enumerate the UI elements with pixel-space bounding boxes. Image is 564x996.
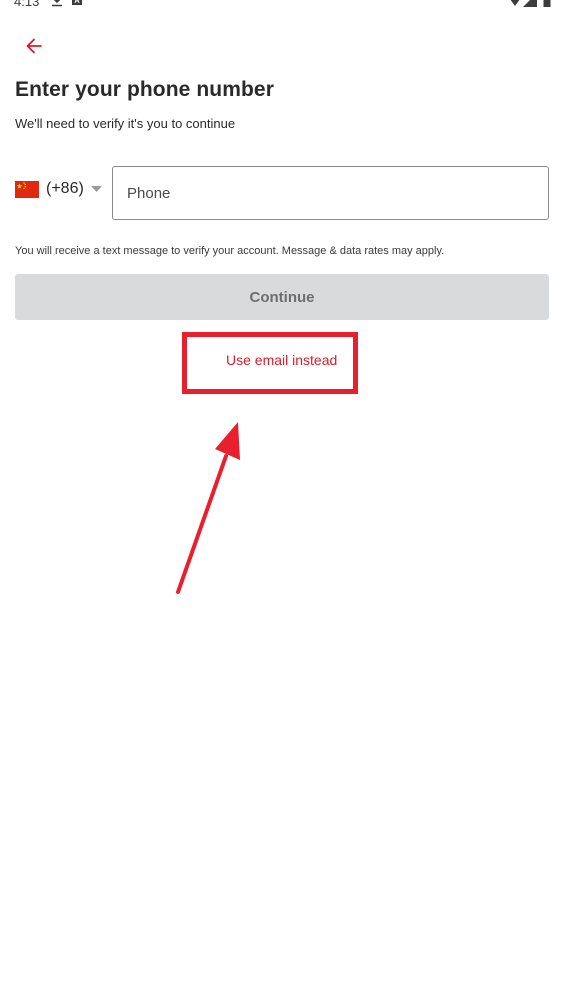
annotation-arrow bbox=[176, 422, 240, 594]
signal-icon bbox=[523, 0, 537, 7]
status-bar: 4:13 bbox=[0, 0, 564, 12]
page-title: Enter your phone number bbox=[15, 78, 274, 101]
phone-input[interactable] bbox=[112, 166, 549, 220]
page-subtitle: We'll need to verify it's you to continu… bbox=[15, 116, 236, 131]
sms-disclaimer: You will receive a text message to verif… bbox=[15, 245, 445, 257]
battery-icon bbox=[543, 0, 551, 7]
download-icon bbox=[52, 0, 62, 7]
country-code-label: (+86) bbox=[46, 180, 84, 197]
phone-entry-screen: 4:13 Enter your phone number We'll need … bbox=[0, 0, 564, 996]
a-icon bbox=[72, 0, 82, 5]
arrow-left-icon bbox=[26, 38, 42, 54]
country-code-selector[interactable]: (+86) bbox=[15, 174, 107, 204]
china-flag-icon bbox=[15, 180, 39, 198]
status-time: 4:13 bbox=[14, 0, 40, 9]
chevron-down-icon bbox=[90, 186, 102, 192]
use-email-instead-link[interactable]: Use email instead bbox=[226, 352, 337, 368]
continue-button[interactable]: Continue bbox=[15, 274, 549, 320]
back-button[interactable] bbox=[20, 32, 48, 60]
